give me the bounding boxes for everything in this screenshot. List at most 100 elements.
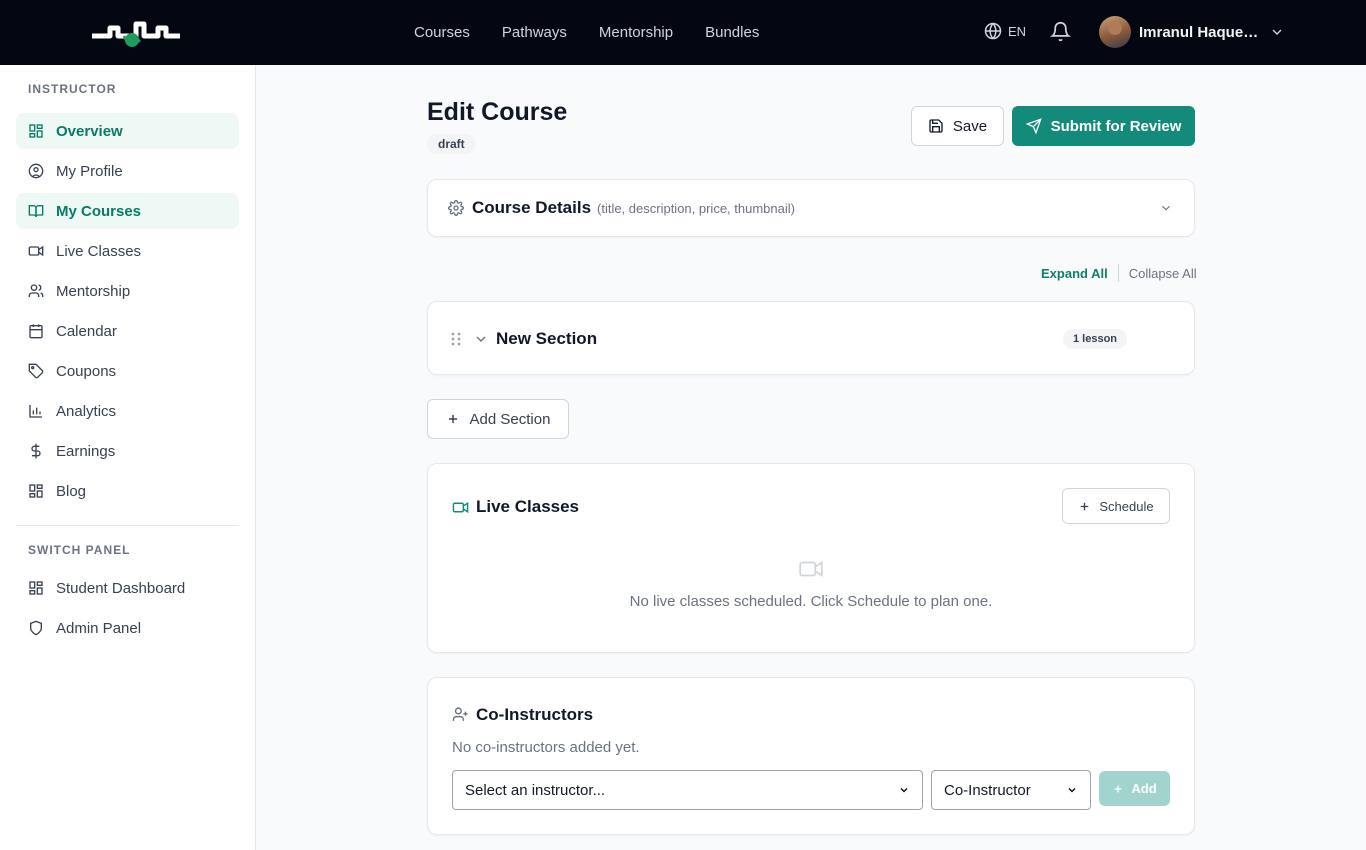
chevron-down-icon bbox=[900, 787, 908, 793]
nav-mentorship[interactable]: Mentorship bbox=[583, 24, 689, 41]
calendar-icon bbox=[29, 324, 43, 339]
globe-icon bbox=[984, 22, 1002, 40]
language-switcher[interactable]: EN bbox=[984, 22, 1026, 40]
notifications-button[interactable] bbox=[1049, 21, 1072, 47]
plus-icon bbox=[1114, 785, 1122, 792]
add-section-button[interactable]: Add Section bbox=[427, 399, 569, 439]
sidebar-item-overview[interactable]: Overview bbox=[16, 113, 239, 149]
submit-label: Submit for Review bbox=[1050, 117, 1182, 135]
user-circle-icon bbox=[28, 163, 44, 179]
plus-icon bbox=[1081, 502, 1089, 510]
sidebar-item-calendar[interactable]: Calendar bbox=[16, 313, 239, 349]
sidebar-item-label: Student Dashboard bbox=[56, 579, 186, 597]
chevron-down-icon bbox=[1068, 787, 1076, 793]
role-select[interactable]: Co-Instructor bbox=[931, 770, 1091, 810]
sidebar-item-mentorship[interactable]: Mentorship bbox=[16, 273, 239, 309]
video-empty-icon bbox=[799, 560, 823, 578]
sidebar-item-label: My Profile bbox=[56, 162, 123, 180]
video-icon bbox=[28, 245, 44, 257]
schedule-label: Schedule bbox=[1099, 498, 1154, 514]
sidebar-item-admin-panel[interactable]: Admin Panel bbox=[16, 610, 239, 646]
chevron-down-icon[interactable] bbox=[473, 331, 489, 347]
tag-icon bbox=[28, 363, 44, 379]
lesson-count-badge: 1 lesson bbox=[1063, 329, 1128, 349]
co-instructors-card: Co-Instructors No co-instructors added y… bbox=[427, 677, 1195, 835]
bell-icon bbox=[1049, 21, 1072, 42]
floppy-disk-icon bbox=[929, 119, 943, 133]
course-details-hint: (title, description, price, thumbnail) bbox=[597, 201, 795, 216]
sidebar-section-label: SWITCH PANEL bbox=[28, 543, 131, 557]
course-section: New Section 1 lesson bbox=[427, 301, 1195, 375]
sidebar-item-label: Analytics bbox=[56, 402, 117, 420]
sidebar-item-label: My Courses bbox=[56, 202, 142, 220]
bar-chart-icon bbox=[29, 405, 42, 418]
sidebar-item-label: Blog bbox=[56, 482, 87, 500]
collapse-all-link[interactable]: Collapse All bbox=[1129, 266, 1197, 281]
sidebar: INSTRUCTOR Overview My Profile My Course… bbox=[0, 65, 256, 850]
submit-for-review-button[interactable]: Submit for Review bbox=[1012, 106, 1195, 146]
avatar bbox=[1099, 16, 1131, 48]
grid-icon bbox=[29, 124, 43, 138]
live-classes-card: Live Classes Schedule No live classes sc… bbox=[427, 463, 1195, 653]
sidebar-item-label: Coupons bbox=[56, 362, 117, 380]
save-button[interactable]: Save bbox=[911, 106, 1004, 146]
co-instructors-empty-text: No co-instructors added yet. bbox=[452, 739, 640, 756]
sidebar-item-live-classes[interactable]: Live Classes bbox=[16, 233, 239, 269]
sidebar-item-my-profile[interactable]: My Profile bbox=[16, 153, 239, 189]
sidebar-item-label: Live Classes bbox=[56, 242, 142, 260]
status-badge: draft bbox=[427, 134, 476, 154]
sidebar-item-student-dashboard[interactable]: Student Dashboard bbox=[16, 570, 239, 606]
expand-all-link[interactable]: Expand All bbox=[1041, 266, 1108, 281]
video-icon bbox=[452, 501, 469, 514]
sidebar-item-analytics[interactable]: Analytics bbox=[16, 393, 239, 429]
live-classes-empty-text: No live classes scheduled. Click Schedul… bbox=[629, 593, 993, 610]
course-details-accordion[interactable]: Course Details (title, description, pric… bbox=[427, 179, 1195, 237]
main-nav: Courses Pathways Mentorship Bundles bbox=[398, 0, 775, 65]
expand-collapse-controls: Expand All Collapse All bbox=[1041, 264, 1197, 282]
link-separator bbox=[1117, 264, 1119, 282]
madrasah-logo[interactable] bbox=[88, 14, 184, 50]
book-icon bbox=[28, 205, 44, 218]
user-menu[interactable]: Imranul Haque Mahmud bbox=[1099, 16, 1285, 48]
live-classes-title: Live Classes bbox=[476, 497, 580, 516]
page-title: Edit Course bbox=[427, 98, 568, 126]
add-co-instructor-button[interactable]: Add bbox=[1099, 771, 1170, 806]
shield-icon bbox=[30, 620, 42, 636]
grid-icon bbox=[29, 484, 43, 498]
sidebar-section-label: INSTRUCTOR bbox=[28, 82, 117, 96]
add-section-label: Add Section bbox=[469, 410, 551, 428]
sidebar-item-earnings[interactable]: Earnings bbox=[16, 433, 239, 469]
course-details-title: Course Details bbox=[472, 198, 592, 217]
save-label: Save bbox=[952, 117, 988, 135]
sidebar-item-label: Earnings bbox=[56, 442, 116, 460]
grid-icon bbox=[29, 581, 43, 595]
instructor-select-value: Select an instructor... bbox=[465, 781, 606, 799]
sidebar-item-coupons[interactable]: Coupons bbox=[16, 353, 239, 389]
top-nav-bar: Courses Pathways Mentorship Bundles EN I… bbox=[0, 0, 1366, 65]
schedule-button[interactable]: Schedule bbox=[1062, 488, 1170, 524]
plus-icon bbox=[448, 414, 457, 424]
chevron-down-icon bbox=[1272, 29, 1282, 35]
dollar-icon bbox=[31, 443, 41, 459]
sidebar-item-label: Admin Panel bbox=[56, 619, 142, 637]
nav-courses[interactable]: Courses bbox=[398, 24, 486, 41]
nav-pathways[interactable]: Pathways bbox=[486, 24, 583, 41]
instructor-select[interactable]: Select an instructor... bbox=[452, 770, 923, 810]
sidebar-item-my-courses[interactable]: My Courses bbox=[16, 193, 239, 229]
users-icon bbox=[28, 284, 44, 297]
add-label: Add bbox=[1131, 781, 1157, 796]
role-select-value: Co-Instructor bbox=[944, 781, 1031, 799]
co-instructors-title: Co-Instructors bbox=[476, 705, 594, 724]
send-icon bbox=[1025, 118, 1042, 134]
drag-handle-icon[interactable] bbox=[449, 331, 463, 347]
user-plus-icon bbox=[452, 707, 468, 721]
sidebar-item-label: Mentorship bbox=[56, 282, 131, 300]
sidebar-divider bbox=[16, 525, 239, 526]
sidebar-item-blog[interactable]: Blog bbox=[16, 473, 239, 509]
nav-bundles[interactable]: Bundles bbox=[689, 24, 775, 41]
chevron-down-icon bbox=[1162, 205, 1170, 211]
language-code: EN bbox=[1008, 23, 1027, 39]
section-title[interactable]: New Section bbox=[496, 329, 597, 349]
sidebar-item-label: Calendar bbox=[56, 322, 117, 340]
gear-icon bbox=[448, 200, 464, 216]
